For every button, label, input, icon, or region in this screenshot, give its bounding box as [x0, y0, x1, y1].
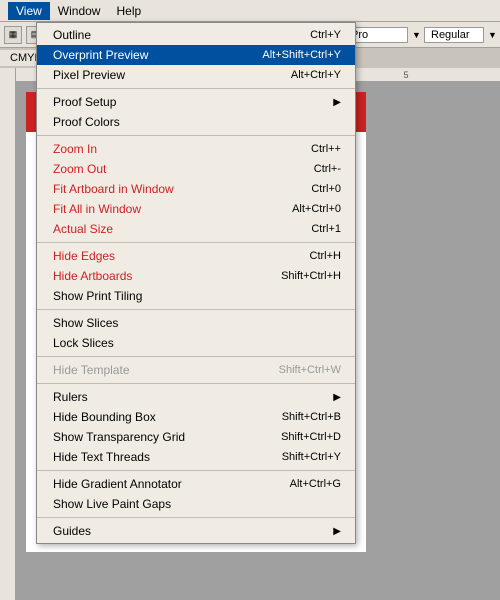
menu-item-label: Fit Artboard in Window [53, 182, 174, 196]
menu-item-label: Proof Colors [53, 115, 120, 129]
menu-item-shortcut: Shift+Ctrl+W [279, 364, 341, 376]
menu-item-hide-bounding-box[interactable]: Hide Bounding Box Shift+Ctrl+B [37, 407, 355, 427]
menu-item-label: Overprint Preview [53, 48, 148, 62]
menu-item-hide-gradient-annotator[interactable]: Hide Gradient Annotator Alt+Ctrl+G [37, 474, 355, 494]
menu-item-label: Hide Gradient Annotator [53, 477, 182, 491]
menu-item-overprint-preview[interactable]: Overprint Preview Alt+Shift+Ctrl+Y [37, 45, 355, 65]
menu-item-hide-artboards[interactable]: Hide Artboards Shift+Ctrl+H [37, 266, 355, 286]
menu-item-label: Hide Bounding Box [53, 410, 156, 424]
menu-separator [37, 356, 355, 357]
ruler-vertical [0, 68, 16, 600]
menu-item-hide-edges[interactable]: Hide Edges Ctrl+H [37, 246, 355, 266]
menu-item-shortcut: Shift+Ctrl+B [282, 411, 341, 423]
menu-item-hide-template: Hide Template Shift+Ctrl+W [37, 360, 355, 380]
menu-item-show-print-tiling[interactable]: Show Print Tiling [37, 286, 355, 306]
menu-separator [37, 470, 355, 471]
menu-item-hide-text-threads[interactable]: Hide Text Threads Shift+Ctrl+Y [37, 447, 355, 467]
menu-item-label: Guides [53, 524, 91, 538]
menu-item-show-transparency-grid[interactable]: Show Transparency Grid Shift+Ctrl+D [37, 427, 355, 447]
menu-item-label: Fit All in Window [53, 202, 141, 216]
menu-item-shortcut: Alt+Shift+Ctrl+Y [262, 49, 341, 61]
menu-item-label: Lock Slices [53, 336, 114, 350]
font-style-input[interactable]: Regular [424, 27, 484, 43]
menu-item-label: Outline [53, 28, 91, 42]
menu-item-rulers[interactable]: Rulers ▶ [37, 387, 355, 407]
font-family-arrow[interactable]: ▼ [412, 30, 420, 40]
menu-item-proof-colors[interactable]: Proof Colors [37, 112, 355, 132]
menu-item-label: Zoom In [53, 142, 97, 156]
menu-item-guides[interactable]: Guides ▶ [37, 521, 355, 541]
submenu-arrow-icon: ▶ [333, 526, 341, 537]
submenu-arrow-icon: ▶ [333, 97, 341, 108]
menu-item-label: Rulers [53, 390, 88, 404]
menu-help[interactable]: Help [108, 2, 149, 20]
menu-item-shortcut: Alt+Ctrl+Y [291, 69, 341, 81]
menu-item-shortcut: Shift+Ctrl+H [281, 270, 341, 282]
menu-item-shortcut: Alt+Ctrl+0 [292, 203, 341, 215]
menu-separator [37, 242, 355, 243]
menu-item-fit-all[interactable]: Fit All in Window Alt+Ctrl+0 [37, 199, 355, 219]
menu-item-label: Show Slices [53, 316, 118, 330]
menu-item-show-slices[interactable]: Show Slices [37, 313, 355, 333]
menu-item-shortcut: Ctrl+0 [311, 183, 341, 195]
menu-item-show-live-paint-gaps[interactable]: Show Live Paint Gaps [37, 494, 355, 514]
menu-separator [37, 135, 355, 136]
menu-item-label: Show Print Tiling [53, 289, 142, 303]
menu-item-label: Zoom Out [53, 162, 106, 176]
menu-item-label: Proof Setup [53, 95, 116, 109]
menu-separator [37, 309, 355, 310]
menu-separator [37, 517, 355, 518]
menu-item-actual-size[interactable]: Actual Size Ctrl+1 [37, 219, 355, 239]
menu-item-pixel-preview[interactable]: Pixel Preview Alt+Ctrl+Y [37, 65, 355, 85]
view-dropdown-menu: Outline Ctrl+Y Overprint Preview Alt+Shift+… [36, 22, 356, 544]
menu-item-shortcut: Shift+Ctrl+Y [282, 451, 341, 463]
menu-item-shortcut: Ctrl+Y [310, 29, 341, 41]
menu-item-shortcut: Alt+Ctrl+G [290, 478, 341, 490]
menu-item-shortcut: Shift+Ctrl+D [281, 431, 341, 443]
menu-item-zoom-out[interactable]: Zoom Out Ctrl+- [37, 159, 355, 179]
menu-item-label: Hide Template [53, 363, 130, 377]
menu-item-label: Actual Size [53, 222, 113, 236]
menu-item-shortcut: Ctrl++ [311, 143, 341, 155]
submenu-arrow-icon: ▶ [333, 392, 341, 403]
menu-file[interactable] [0, 9, 8, 13]
toolbar-icon1[interactable]: ▦ [4, 26, 22, 44]
menu-item-shortcut: Ctrl+1 [311, 223, 341, 235]
menu-separator [37, 383, 355, 384]
menu-item-proof-setup[interactable]: Proof Setup ▶ [37, 92, 355, 112]
font-style-arrow[interactable]: ▼ [488, 30, 496, 40]
menu-item-fit-artboard[interactable]: Fit Artboard in Window Ctrl+0 [37, 179, 355, 199]
menu-item-label: Show Live Paint Gaps [53, 497, 171, 511]
menu-item-outline[interactable]: Outline Ctrl+Y [37, 25, 355, 45]
menu-view[interactable]: View [8, 2, 50, 20]
menu-item-label: Hide Text Threads [53, 450, 150, 464]
menu-item-zoom-in[interactable]: Zoom In Ctrl++ [37, 139, 355, 159]
menu-item-label: Pixel Preview [53, 68, 125, 82]
menu-separator [37, 88, 355, 89]
menu-item-shortcut: Ctrl+H [310, 250, 341, 262]
menu-item-lock-slices[interactable]: Lock Slices [37, 333, 355, 353]
menu-item-label: Hide Edges [53, 249, 115, 263]
menu-window[interactable]: Window [50, 2, 109, 20]
menu-item-label: Show Transparency Grid [53, 430, 185, 444]
menu-item-label: Hide Artboards [53, 269, 132, 283]
menubar: View Window Help [0, 0, 500, 22]
menu-item-shortcut: Ctrl+- [314, 163, 341, 175]
